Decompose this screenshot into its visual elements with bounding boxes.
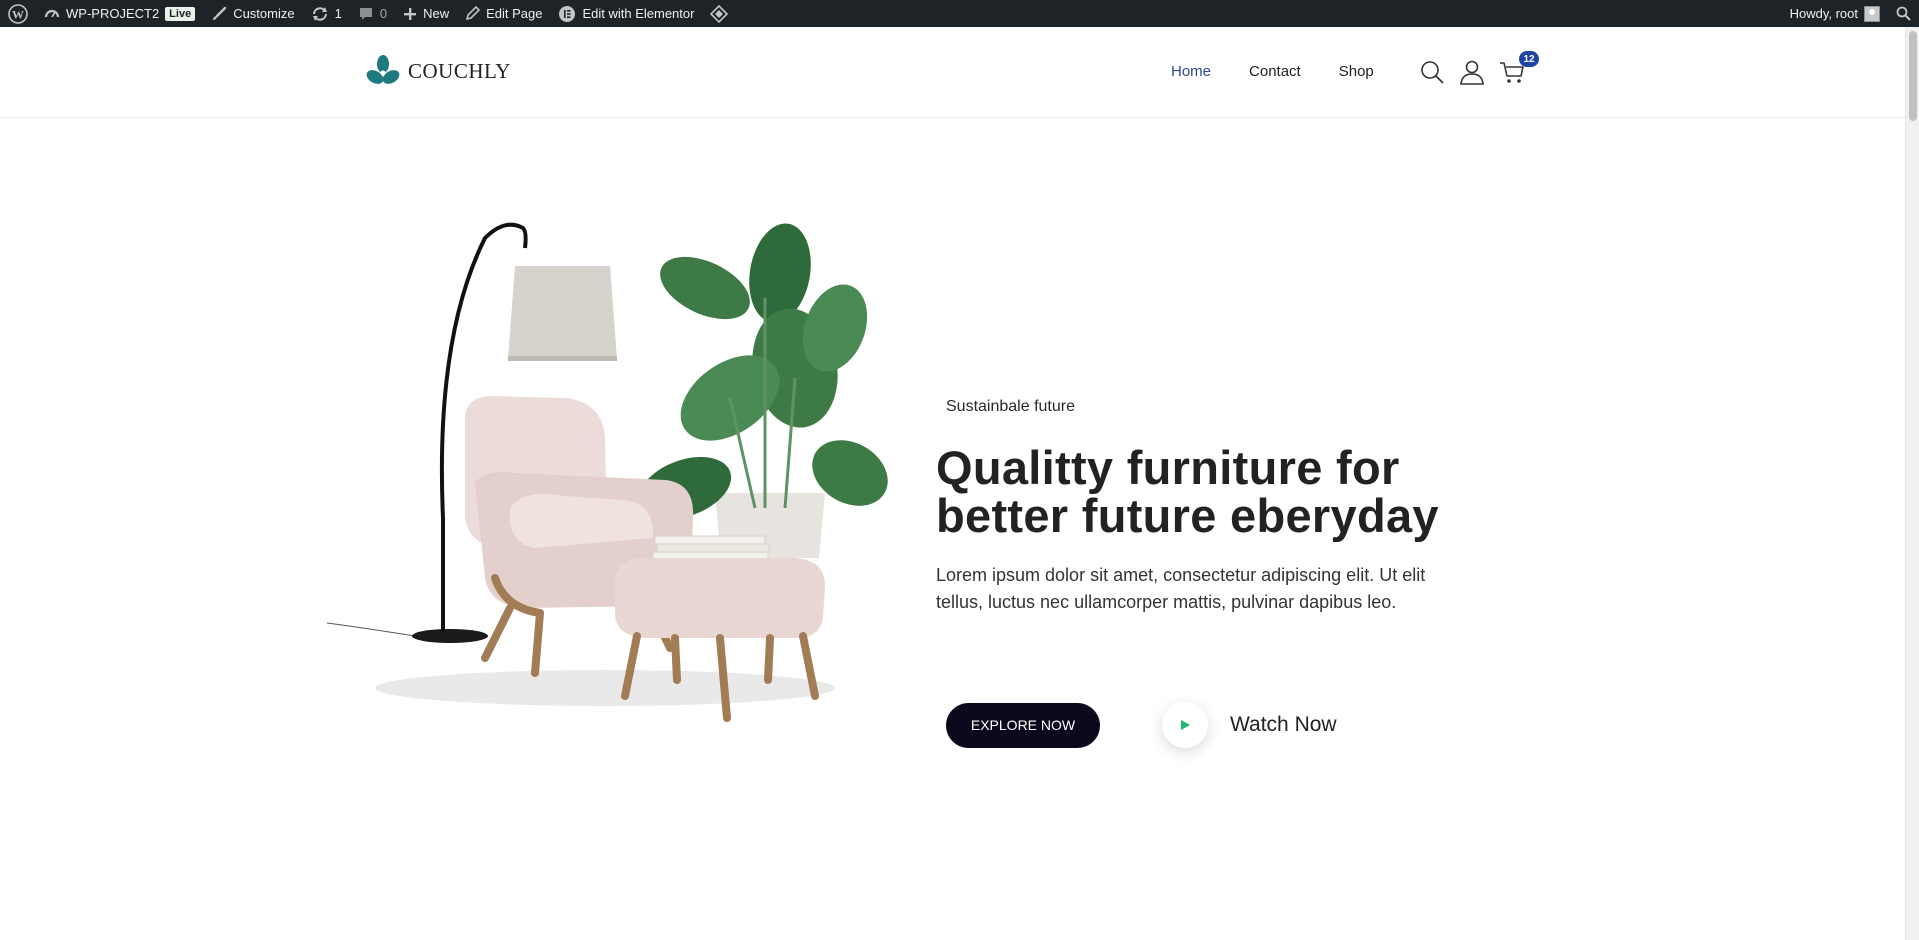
search-icon — [1896, 6, 1911, 21]
edit-elementor-label: Edit with Elementor — [582, 6, 695, 21]
new-content-link[interactable]: New — [395, 0, 457, 27]
hero-eyebrow: Sustainbale future — [946, 398, 1075, 415]
hero-content: Sustainbale future Qualitty furniture fo… — [936, 398, 1496, 616]
books — [654, 535, 766, 545]
diamond-menu-button[interactable] — [702, 0, 736, 27]
howdy-label: Howdy, root — [1789, 6, 1858, 21]
header-actions: 12 — [1417, 51, 1539, 87]
avatar — [1864, 5, 1880, 22]
couchly-logo-icon — [366, 55, 400, 84]
wordpress-icon: W — [8, 3, 28, 24]
updates-count: 1 — [334, 6, 342, 21]
comments-count: 0 — [379, 6, 388, 21]
hero-actions: EXPLORE NOW Watch Now — [946, 702, 1337, 748]
updates-icon — [312, 6, 327, 21]
page-scrollbar[interactable] — [1905, 27, 1919, 940]
account-button[interactable] — [1457, 57, 1487, 87]
nav-contact[interactable]: Contact — [1249, 63, 1301, 80]
lamp-base — [412, 629, 488, 643]
hero-furniture-image — [326, 222, 888, 722]
search-icon — [1421, 61, 1444, 84]
svg-text:W: W — [12, 7, 24, 21]
new-label: New — [423, 6, 450, 21]
admin-bar-right: Howdy, root — [1782, 0, 1919, 27]
comments-link[interactable]: 0 — [350, 0, 395, 27]
cart-button[interactable]: 12 — [1497, 51, 1539, 87]
dashboard-gauge-icon — [44, 9, 60, 17]
comment-icon — [359, 7, 372, 20]
wp-admin-bar: W WP-PROJECT2 Live Customize 1 0 New Edi… — [0, 0, 1919, 27]
plus-icon — [404, 7, 417, 20]
elementor-icon — [559, 5, 576, 22]
customize-label: Customize — [233, 6, 295, 21]
explore-now-button[interactable]: EXPLORE NOW — [946, 702, 1100, 748]
lamp-shade — [508, 266, 617, 360]
brush-icon — [213, 6, 227, 20]
hero-headline: Qualitty furniture for better future ebe… — [936, 444, 1496, 540]
pencil-icon — [465, 6, 481, 21]
site-header: COUCHLY Home Contact Shop 12 — [0, 27, 1905, 118]
ottoman — [615, 558, 825, 638]
admin-search-button[interactable] — [1888, 0, 1919, 27]
cart-count-badge: 12 — [1519, 51, 1539, 67]
headline-line-1: Qualitty furniture for — [936, 441, 1400, 494]
edit-page-link[interactable]: Edit Page — [457, 0, 550, 27]
lamp-cable — [326, 622, 416, 637]
nav-home[interactable]: Home — [1171, 63, 1211, 80]
edit-elementor-link[interactable]: Edit with Elementor — [550, 0, 702, 27]
diamond-icon — [710, 4, 729, 23]
account-menu[interactable]: Howdy, root — [1782, 0, 1888, 27]
edit-page-label: Edit Page — [486, 6, 543, 21]
wordpress-logo-button[interactable]: W — [0, 0, 36, 27]
customize-link[interactable]: Customize — [203, 0, 302, 27]
site-logo[interactable]: COUCHLY — [366, 54, 511, 88]
site-name-label: WP-PROJECT2 — [66, 6, 160, 21]
search-button[interactable] — [1417, 57, 1447, 87]
play-video-button[interactable] — [1162, 702, 1208, 748]
user-icon — [1460, 60, 1484, 85]
live-badge: Live — [165, 6, 196, 21]
hero-description: Lorem ipsum dolor sit amet, consectetur … — [936, 565, 1426, 612]
updates-link[interactable]: 1 — [303, 0, 350, 27]
watch-now-link[interactable]: Watch Now — [1230, 713, 1337, 737]
headline-line-2: better future eberyday — [936, 489, 1439, 542]
main-nav: Home Contact Shop — [1171, 63, 1412, 80]
site-name-link[interactable]: WP-PROJECT2 Live — [36, 0, 203, 27]
play-icon — [1181, 720, 1190, 730]
logo-text: COUCHLY — [408, 58, 511, 83]
nav-shop[interactable]: Shop — [1339, 63, 1374, 80]
scrollbar-thumb[interactable] — [1909, 31, 1917, 121]
